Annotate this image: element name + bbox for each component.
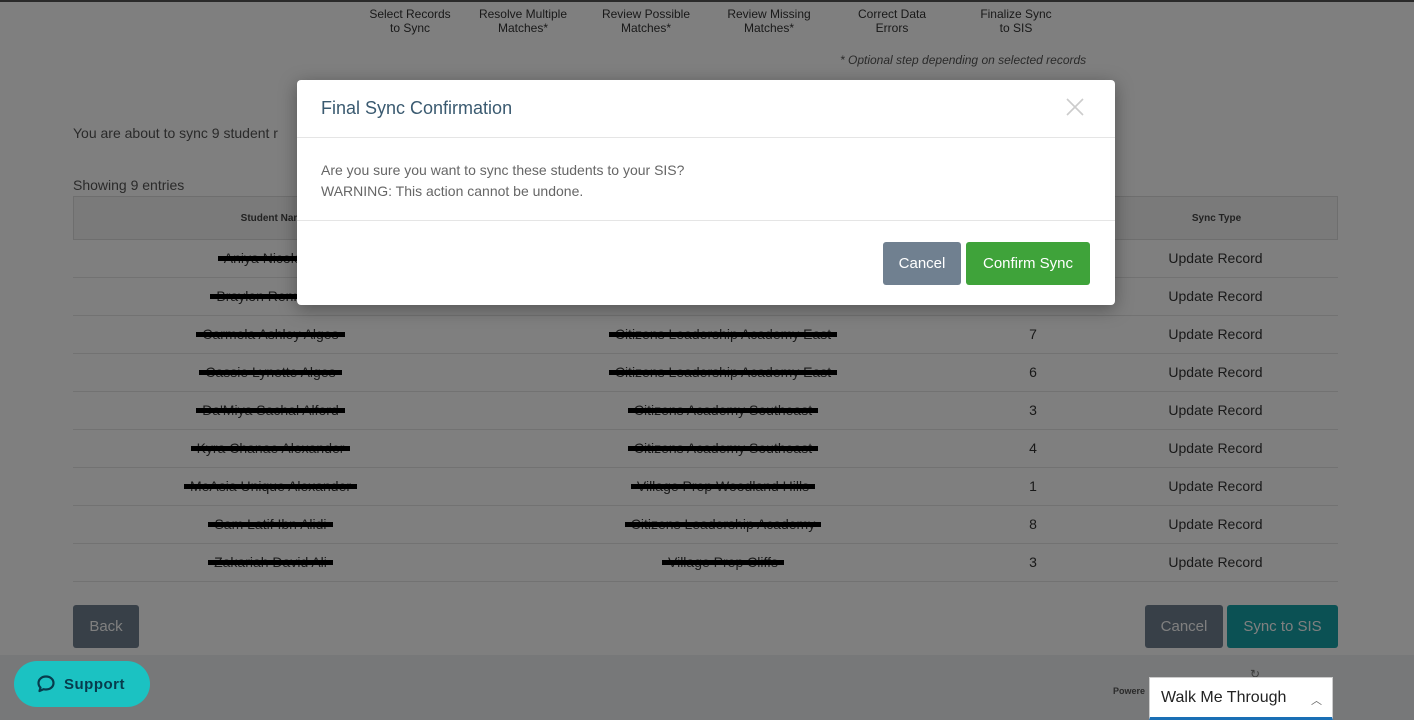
modal-cancel-button[interactable]: Cancel	[883, 242, 961, 285]
final-sync-modal: Final Sync Confirmation Are you sure you…	[297, 80, 1115, 305]
confirm-question: Are you sure you want to sync these stud…	[321, 162, 685, 178]
chevron-up-icon: ︿	[1311, 695, 1322, 707]
support-label: Support	[64, 675, 125, 693]
modal-footer: Cancel Confirm Sync	[297, 221, 1115, 305]
warning-text: WARNING: This action cannot be undone.	[321, 183, 584, 199]
walkme-label: Walk Me Through	[1161, 688, 1287, 706]
modal-header: Final Sync Confirmation	[297, 80, 1115, 138]
confirm-sync-button[interactable]: Confirm Sync	[966, 242, 1090, 285]
close-icon[interactable]	[1065, 97, 1085, 117]
modal-title: Final Sync Confirmation	[321, 98, 513, 118]
modal-body: Are you sure you want to sync these stud…	[297, 138, 1115, 221]
walkme-widget[interactable]: Walk Me Through ︿	[1149, 677, 1333, 720]
chat-bubble-icon	[37, 675, 55, 693]
support-button[interactable]: Support	[14, 661, 150, 707]
